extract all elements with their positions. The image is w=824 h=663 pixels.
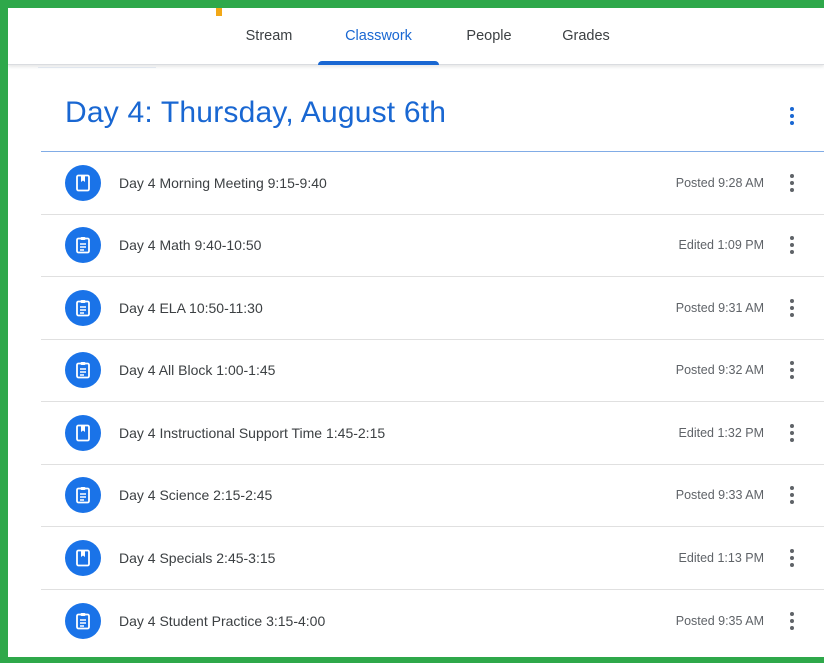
more-vert-icon[interactable] xyxy=(782,609,802,633)
item-title: Day 4 Morning Meeting 9:15-9:40 xyxy=(119,174,327,191)
more-vert-icon[interactable] xyxy=(782,483,802,507)
item-title: Day 4 Science 2:15-2:45 xyxy=(119,487,273,504)
more-vert-icon[interactable] xyxy=(782,358,802,382)
classroom-window: Stream Classwork People Grades Day 4: Th… xyxy=(0,0,824,663)
material-icon xyxy=(65,539,101,576)
more-vert-icon[interactable] xyxy=(782,171,802,195)
list-item[interactable]: Day 4 Student Practice 3:15-4:00 Posted … xyxy=(41,590,824,653)
item-title: Day 4 Math 9:40-10:50 xyxy=(119,237,262,254)
item-status: Posted 9:35 AM xyxy=(675,613,764,628)
list-item[interactable]: Day 4 Science 2:15-2:45 Posted 9:33 AM xyxy=(41,465,824,527)
assignment-icon xyxy=(65,227,101,264)
topic-title: Day 4: Thursday, August 6th xyxy=(65,96,447,129)
item-title: Day 4 Instructional Support Time 1:45-2:… xyxy=(119,424,386,441)
assignment-icon xyxy=(65,602,101,639)
orange-marker xyxy=(216,8,222,16)
item-title: Day 4 All Block 1:00-1:45 xyxy=(119,362,276,379)
assignment-icon xyxy=(65,352,101,389)
list-item[interactable]: Day 4 ELA 10:50-11:30 Posted 9:31 AM xyxy=(41,277,824,340)
more-vert-icon[interactable] xyxy=(782,296,802,320)
tab-people[interactable]: People xyxy=(455,8,523,64)
material-icon xyxy=(65,414,101,451)
item-title: Day 4 ELA 10:50-11:30 xyxy=(119,299,263,316)
item-status: Edited 1:32 PM xyxy=(678,425,764,440)
item-status: Posted 9:32 AM xyxy=(675,363,764,378)
top-nav: Stream Classwork People Grades xyxy=(8,8,824,65)
tab-stream-label: Stream xyxy=(245,28,293,44)
nav-left-stub xyxy=(38,64,156,68)
list-item[interactable]: Day 4 Math 9:40-10:50 Edited 1:09 PM xyxy=(41,215,824,277)
classwork-list: Day 4 Morning Meeting 9:15-9:40 Posted 9… xyxy=(41,152,824,652)
tab-grades[interactable]: Grades xyxy=(553,8,619,64)
item-title: Day 4 Student Practice 3:15-4:00 xyxy=(119,612,326,629)
list-item[interactable]: Day 4 All Block 1:00-1:45 Posted 9:32 AM xyxy=(41,340,824,402)
tab-classwork[interactable]: Classwork xyxy=(318,8,439,65)
list-item[interactable]: Day 4 Specials 2:45-3:15 Edited 1:13 PM xyxy=(41,527,824,590)
item-title: Day 4 Specials 2:45-3:15 xyxy=(119,549,276,566)
tab-classwork-label: Classwork xyxy=(345,28,412,44)
assignment-icon xyxy=(65,289,101,326)
list-item[interactable]: Day 4 Instructional Support Time 1:45-2:… xyxy=(41,402,824,465)
item-status: Posted 9:28 AM xyxy=(675,175,764,190)
tab-people-label: People xyxy=(466,28,512,44)
more-vert-icon[interactable] xyxy=(782,546,802,570)
active-tab-indicator xyxy=(318,61,439,65)
material-icon xyxy=(65,164,101,201)
tab-grades-label: Grades xyxy=(562,28,610,44)
assignment-icon xyxy=(65,477,101,514)
item-status: Edited 1:09 PM xyxy=(678,238,764,253)
tab-stream[interactable]: Stream xyxy=(232,8,306,64)
item-status: Edited 1:13 PM xyxy=(678,550,764,565)
more-vert-icon[interactable] xyxy=(782,233,802,257)
item-status: Posted 9:33 AM xyxy=(675,488,764,503)
item-status: Posted 9:31 AM xyxy=(675,300,764,315)
list-item[interactable]: Day 4 Morning Meeting 9:15-9:40 Posted 9… xyxy=(41,152,824,215)
more-vert-icon[interactable] xyxy=(782,421,802,445)
topic-more-vert-icon[interactable] xyxy=(780,104,804,128)
